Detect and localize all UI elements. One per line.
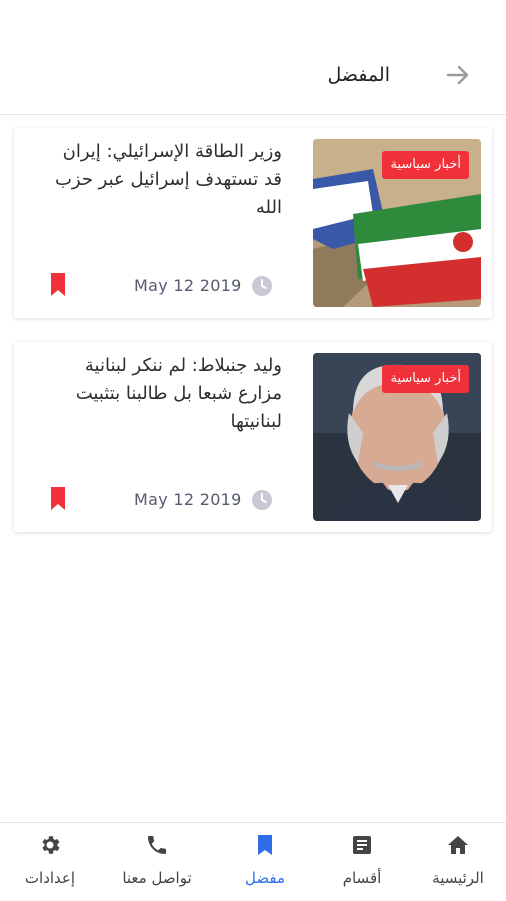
article-date-row: May 12 2019: [134, 274, 284, 298]
nav-item-home[interactable]: الرئيسية: [408, 823, 506, 901]
bottom-navigation: الرئيسية أقسام مفضل تواصل معنا إعدادات: [0, 822, 506, 901]
bookmark-icon: [258, 835, 272, 855]
bookmark-icon: [51, 487, 65, 510]
gear-icon: [42, 836, 60, 854]
nav-label-settings: إعدادات: [24, 869, 76, 887]
nav-item-settings[interactable]: إعدادات: [0, 823, 100, 901]
nav-item-favorites[interactable]: مفضل: [215, 823, 315, 901]
page-title: المفضل: [327, 64, 390, 86]
article-icon: [353, 836, 371, 854]
clock-icon: [252, 276, 272, 296]
article-image: أخبار سياسية: [313, 353, 481, 521]
nav-label-home: الرئيسية: [432, 869, 484, 887]
nav-label-contact: تواصل معنا: [122, 869, 192, 887]
article-date: May 12 2019: [134, 276, 242, 295]
nav-item-contact[interactable]: تواصل معنا: [107, 823, 207, 901]
article-date: May 12 2019: [134, 490, 242, 509]
phone-icon: [148, 836, 166, 854]
app-header: المفضل: [0, 0, 506, 115]
nav-label-favorites: مفضل: [245, 869, 285, 887]
article-card[interactable]: أخبار سياسية وليد جنبلاط: لم ننكر لبناني…: [14, 342, 492, 532]
bookmark-button[interactable]: [48, 272, 68, 298]
back-button[interactable]: [444, 61, 472, 89]
clock-icon: [252, 490, 272, 510]
article-title[interactable]: وزير الطاقة الإسرائيلي: إيران قد تستهدف …: [42, 138, 282, 222]
article-image: أخبار سياسية: [313, 139, 481, 307]
article-card[interactable]: أخبار سياسية وزير الطاقة الإسرائيلي: إير…: [14, 128, 492, 318]
category-badge: أخبار سياسية: [382, 365, 469, 393]
article-date-row: May 12 2019: [134, 488, 284, 512]
nav-item-sections[interactable]: أقسام: [312, 823, 412, 901]
nav-label-sections: أقسام: [342, 869, 382, 887]
bookmark-icon: [51, 273, 65, 296]
arrow-right-icon: [446, 65, 469, 85]
article-title[interactable]: وليد جنبلاط: لم ننكر لبنانية مزارع شبعا …: [42, 352, 282, 436]
bookmark-button[interactable]: [48, 486, 68, 512]
home-icon: [448, 836, 468, 854]
category-badge: أخبار سياسية: [382, 151, 469, 179]
